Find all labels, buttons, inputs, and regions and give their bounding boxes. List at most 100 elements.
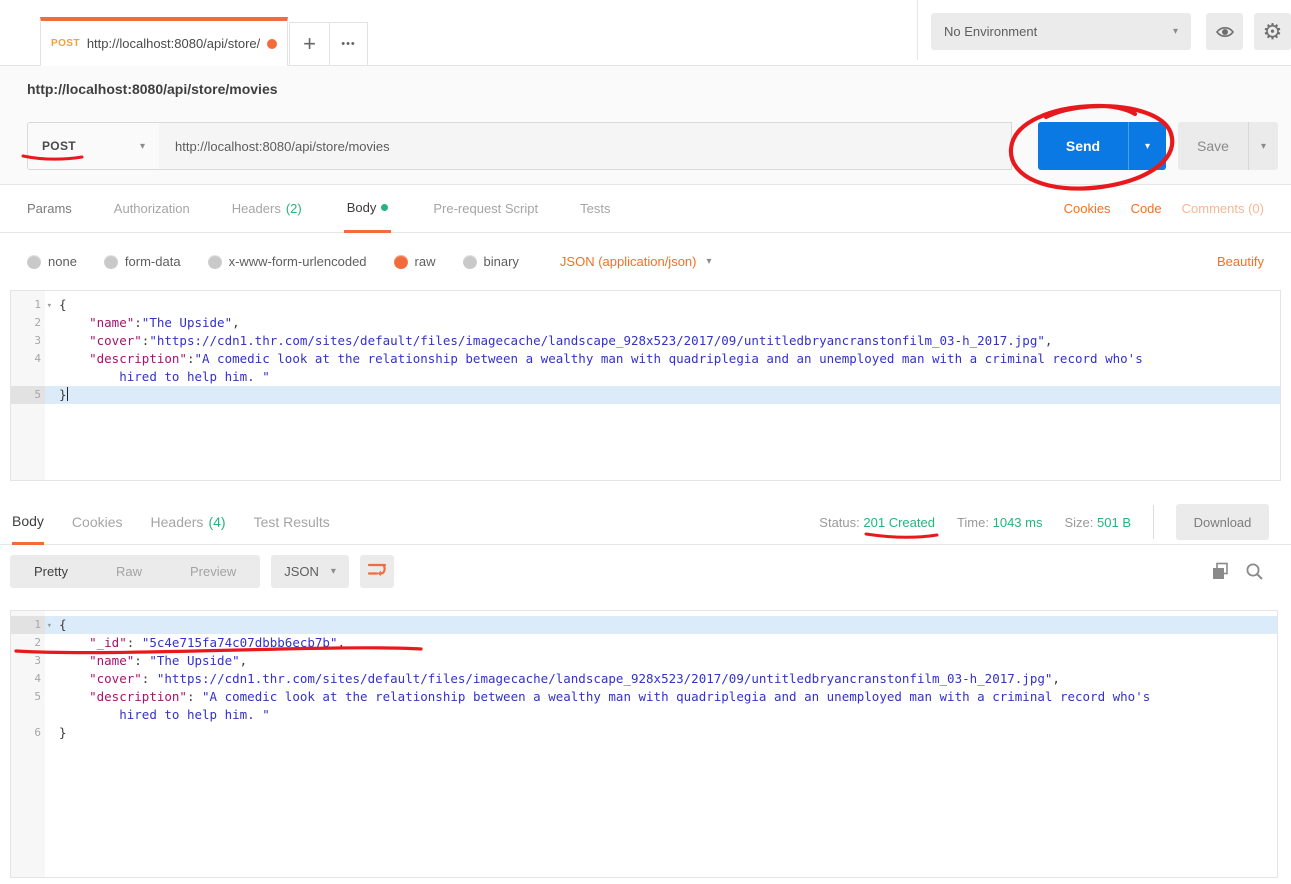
- response-body-editor[interactable]: 1▾{2 "_id": "5c4e715fa74c07dbbb6ecb7b",3…: [10, 610, 1278, 878]
- radio-icon: [463, 255, 477, 269]
- code-text: "cover":"https://cdn1.thr.com/sites/defa…: [45, 332, 1280, 350]
- chevron-down-icon: ▾: [331, 566, 336, 577]
- tab-params[interactable]: Params: [27, 185, 72, 233]
- view-preview[interactable]: Preview: [166, 555, 260, 588]
- body-filled-dot-icon: [381, 204, 388, 211]
- code-line: 4 "description":"A comedic look at the r…: [11, 350, 1280, 368]
- response-view-switch: Pretty Raw Preview: [10, 555, 260, 588]
- radio-none[interactable]: none: [27, 254, 77, 269]
- tab-options-button[interactable]: •••: [329, 22, 368, 66]
- tab-headers-label: Headers: [232, 201, 281, 216]
- chevron-down-icon: ▾: [140, 141, 145, 152]
- request-body-editor[interactable]: 1▾{2 "name":"The Upside",3 "cover":"http…: [10, 290, 1281, 481]
- view-pretty[interactable]: Pretty: [10, 555, 92, 588]
- tab-body[interactable]: Body: [344, 185, 392, 233]
- tab-method-label: POST: [51, 38, 80, 49]
- save-button[interactable]: Save: [1178, 122, 1248, 170]
- save-button-group: Save ▾: [1178, 122, 1278, 170]
- size-value: 501 B: [1097, 515, 1131, 530]
- line-number: [11, 368, 45, 386]
- response-tab-body[interactable]: Body: [12, 500, 44, 545]
- time-badge: Time: 1043 ms: [957, 515, 1043, 530]
- tab-headers[interactable]: Headers (2): [232, 185, 302, 233]
- url-input[interactable]: [159, 122, 1012, 170]
- wrap-lines-button[interactable]: [360, 555, 394, 588]
- code-line: hired to help him. ": [11, 368, 1280, 386]
- code-line: 1▾{: [11, 616, 1277, 634]
- search-icon: [1245, 562, 1264, 581]
- code-line: hired to help him. ": [11, 706, 1277, 724]
- radio-urlencoded[interactable]: x-www-form-urlencoded: [208, 254, 367, 269]
- line-number: 1▾: [11, 296, 45, 314]
- time-value: 1043 ms: [993, 515, 1043, 530]
- line-number: 2: [11, 314, 45, 332]
- environment-label: No Environment: [944, 24, 1037, 39]
- code-text: }: [45, 724, 1277, 742]
- new-tab-button[interactable]: +: [289, 22, 330, 66]
- response-header: Body Cookies Headers (4) Test Results St…: [0, 500, 1291, 545]
- headers-count-badge: (2): [286, 201, 302, 216]
- radio-raw[interactable]: raw: [394, 254, 436, 269]
- beautify-link[interactable]: Beautify: [1217, 254, 1264, 269]
- status-value: 201 Created: [863, 515, 935, 530]
- comments-link[interactable]: Comments (0): [1182, 201, 1264, 216]
- send-button[interactable]: Send: [1038, 122, 1128, 170]
- radio-raw-label: raw: [415, 254, 436, 269]
- tab-pre-request-script[interactable]: Pre-request Script: [433, 185, 538, 233]
- code-text: {: [45, 296, 1280, 314]
- size-badge: Size: 501 B: [1064, 515, 1131, 530]
- request-tabs: Params Authorization Headers (2) Body Pr…: [0, 185, 1291, 233]
- request-tab[interactable]: POST http://localhost:8080/api/store/: [40, 17, 288, 66]
- line-number: 4: [11, 350, 45, 368]
- topbar-divider: [917, 0, 918, 60]
- radio-binary[interactable]: binary: [463, 254, 519, 269]
- cookies-link[interactable]: Cookies: [1064, 201, 1111, 216]
- fold-arrow-icon[interactable]: ▾: [47, 617, 52, 635]
- code-text: {: [45, 616, 1277, 634]
- radio-form-data[interactable]: form-data: [104, 254, 181, 269]
- response-headers-label: Headers: [151, 514, 204, 530]
- chevron-down-icon: ▾: [706, 256, 711, 267]
- environment-quicklook-button[interactable]: [1206, 13, 1243, 50]
- code-line: 2 "name":"The Upside",: [11, 314, 1280, 332]
- code-text: "name":"The Upside",: [45, 314, 1280, 332]
- radio-none-label: none: [48, 254, 77, 269]
- eye-icon: [1214, 22, 1236, 42]
- line-number: [11, 706, 45, 724]
- response-tools-right: [1211, 562, 1264, 581]
- search-response-button[interactable]: [1245, 562, 1264, 581]
- response-tab-cookies[interactable]: Cookies: [72, 500, 123, 545]
- save-options-button[interactable]: ▾: [1248, 122, 1278, 170]
- method-selector[interactable]: POST ▾: [27, 122, 160, 170]
- code-line: 6}: [11, 724, 1277, 742]
- radio-urlencoded-label: x-www-form-urlencoded: [229, 254, 367, 269]
- download-button[interactable]: Download: [1176, 504, 1269, 540]
- tab-authorization[interactable]: Authorization: [114, 185, 190, 233]
- radio-binary-label: binary: [484, 254, 519, 269]
- fold-arrow-icon[interactable]: ▾: [47, 297, 52, 315]
- content-type-selector[interactable]: JSON (application/json) ▾: [560, 254, 712, 269]
- code-line: 3 "cover":"https://cdn1.thr.com/sites/de…: [11, 332, 1280, 350]
- page-title: http://localhost:8080/api/store/movies: [27, 81, 278, 97]
- radio-icon: [104, 255, 118, 269]
- response-tab-headers[interactable]: Headers (4): [151, 500, 226, 545]
- line-number: 2: [11, 634, 45, 652]
- send-options-button[interactable]: ▾: [1128, 122, 1166, 170]
- settings-button[interactable]: ⚙: [1254, 13, 1291, 50]
- method-label: POST: [42, 139, 76, 153]
- meta-divider: [1153, 505, 1154, 539]
- request-header-section: http://localhost:8080/api/store/movies P…: [0, 66, 1291, 185]
- copy-icon: [1211, 562, 1230, 581]
- response-tab-test-results[interactable]: Test Results: [254, 500, 330, 545]
- wrap-lines-icon: [367, 561, 387, 583]
- environment-selector[interactable]: No Environment ▾: [931, 13, 1191, 50]
- view-raw[interactable]: Raw: [92, 555, 166, 588]
- response-headers-count-badge: (4): [208, 514, 225, 530]
- response-format-selector[interactable]: JSON ▾: [271, 555, 349, 588]
- code-line: 5}: [11, 386, 1280, 404]
- code-link[interactable]: Code: [1131, 201, 1162, 216]
- line-number: 4: [11, 670, 45, 688]
- code-line: 2 "_id": "5c4e715fa74c07dbbb6ecb7b",: [11, 634, 1277, 652]
- tab-tests[interactable]: Tests: [580, 185, 610, 233]
- copy-response-button[interactable]: [1211, 562, 1230, 581]
